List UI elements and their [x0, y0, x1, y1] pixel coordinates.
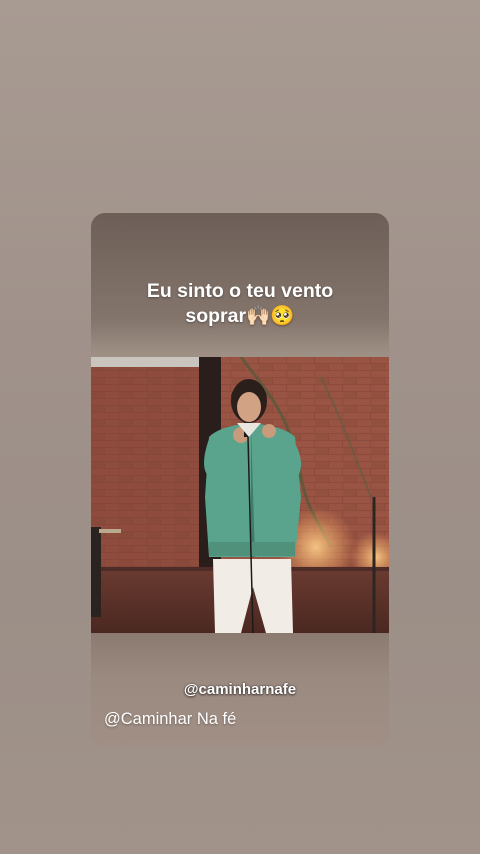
singer-video-image — [91, 357, 389, 633]
video-watermark-handle: @caminharnafe — [183, 681, 297, 698]
caption-line-2-text: soprar — [185, 305, 247, 327]
channel-handle-link[interactable]: @Caminhar Na fé — [104, 710, 236, 729]
caption-line-2: soprar🙌🏻🥺 — [91, 304, 389, 329]
praise-hands-emoji-icon: 🙌🏻🥺 — [246, 305, 295, 327]
reel-card[interactable]: Eu sinto o teu vento soprar🙌🏻🥺 @caminhar… — [91, 213, 389, 746]
video-frame[interactable] — [91, 357, 389, 633]
caption-line-1: Eu sinto o teu vento — [146, 280, 334, 302]
caption-text: Eu sinto o teu vento soprar🙌🏻🥺 — [91, 279, 389, 329]
